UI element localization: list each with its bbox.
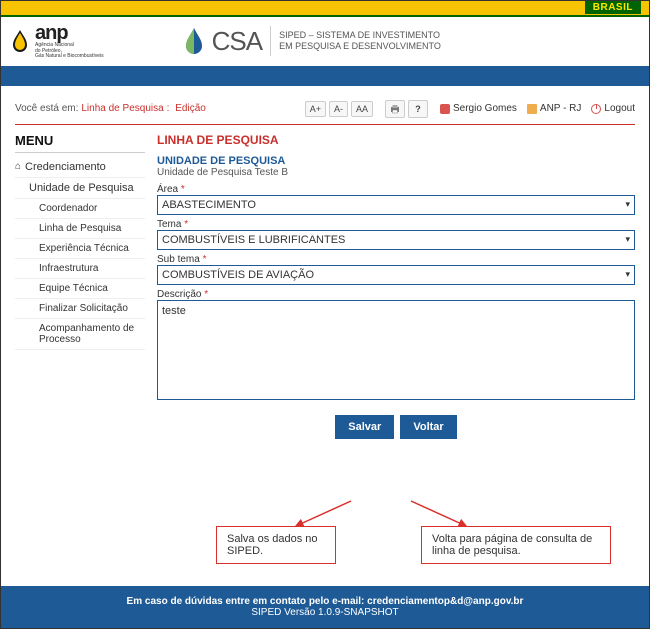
- footer: Em caso de dúvidas entre em contato pelo…: [1, 586, 649, 628]
- menu-equipe[interactable]: Equipe Técnica: [15, 279, 145, 299]
- section-subtitle: Unidade de Pesquisa Teste B: [157, 167, 635, 178]
- user-icon: [440, 104, 450, 114]
- csa-logo: CSA SIPED – SISTEMA DE INVESTIMENTO EM P…: [184, 26, 441, 57]
- menu-coordenador[interactable]: Coordenador: [15, 199, 145, 219]
- footer-text: Em caso de dúvidas entre em contato pelo…: [127, 596, 368, 607]
- back-button[interactable]: Voltar: [400, 415, 456, 439]
- user-badge[interactable]: Sergio Gomes: [440, 103, 517, 114]
- csa-line1: SIPED – SISTEMA DE INVESTIMENTO: [279, 30, 441, 41]
- blue-nav-bar: [1, 66, 649, 86]
- breadcrumb-link-1[interactable]: Linha de Pesquisa: [81, 103, 163, 114]
- font-decrease-button[interactable]: A-: [329, 101, 348, 117]
- menu-unidade[interactable]: Unidade de Pesquisa: [15, 178, 145, 199]
- chevron-down-icon: ▾: [625, 234, 630, 245]
- anp-drop-icon: [11, 29, 29, 53]
- breadcrumb-link-2[interactable]: Edição: [175, 103, 206, 114]
- page-title: LINHA DE PESQUISA: [157, 133, 635, 147]
- breadcrumb-row: Você está em: Linha de Pesquisa : Edição…: [15, 100, 635, 118]
- csa-line2: EM PESQUISA E DESENVOLVIMENTO: [279, 41, 441, 52]
- csa-drop-icon: [184, 27, 204, 55]
- footer-email: credenciamentop&d@anp.gov.br: [367, 596, 523, 607]
- menu-credenciamento[interactable]: ⌂Credenciamento: [15, 157, 145, 178]
- annotation-back: Volta para página de consulta de linha d…: [421, 526, 611, 564]
- area-label: Área *: [157, 184, 635, 195]
- anp-name: anp: [35, 22, 68, 44]
- chevron-down-icon: ▾: [625, 199, 630, 210]
- footer-version: SIPED Versão 1.0.9-SNAPSHOT: [1, 607, 649, 618]
- save-button[interactable]: Salvar: [335, 415, 394, 439]
- breadcrumb-label: Você está em:: [15, 103, 78, 114]
- menu-infraestrutura[interactable]: Infraestrutura: [15, 259, 145, 279]
- font-increase-button[interactable]: A+: [305, 101, 326, 117]
- anp-sub3: Gás Natural e Biocombustíveis: [35, 54, 104, 60]
- header: anp Agência Nacional do Petróleo, Gás Na…: [1, 17, 649, 66]
- section-title: UNIDADE DE PESQUISA: [157, 155, 635, 167]
- top-toolbar: A+ A- AA ? Sergio Gomes ANP - RJ Logout: [305, 100, 635, 118]
- form-area: LINHA DE PESQUISA UNIDADE DE PESQUISA Un…: [157, 133, 635, 439]
- brasil-top-bar: BRASIL: [1, 1, 649, 17]
- side-menu: MENU ⌂Credenciamento Unidade de Pesquisa…: [15, 133, 145, 439]
- help-icon[interactable]: ?: [408, 100, 428, 118]
- descricao-label: Descrição *: [157, 289, 635, 300]
- csa-divider: [270, 26, 271, 56]
- anp-logo: anp Agência Nacional do Petróleo, Gás Na…: [11, 23, 104, 60]
- separator-line: [15, 124, 635, 125]
- menu-experiencia[interactable]: Experiência Técnica: [15, 239, 145, 259]
- subtema-select[interactable]: COMBUSTÍVEIS DE AVIAÇÃO▾: [157, 265, 635, 285]
- font-reset-button[interactable]: AA: [351, 101, 373, 117]
- csa-name: CSA: [212, 26, 262, 57]
- subtema-label: Sub tema *: [157, 254, 635, 265]
- org-icon: [527, 104, 537, 114]
- tema-label: Tema *: [157, 219, 635, 230]
- menu-title: MENU: [15, 133, 145, 153]
- annotation-save: Salva os dados no SIPED.: [216, 526, 336, 564]
- home-icon: ⌂: [15, 161, 21, 172]
- menu-finalizar[interactable]: Finalizar Solicitação: [15, 299, 145, 319]
- org-badge[interactable]: ANP - RJ: [527, 103, 582, 114]
- logout-button[interactable]: Logout: [591, 103, 635, 114]
- print-icon[interactable]: [385, 100, 405, 118]
- menu-acompanhamento[interactable]: Acompanhamento de Processo: [15, 319, 145, 350]
- brasil-label[interactable]: BRASIL: [585, 1, 641, 14]
- descricao-textarea[interactable]: [157, 300, 635, 400]
- area-select[interactable]: ABASTECIMENTO▾: [157, 195, 635, 215]
- chevron-down-icon: ▾: [625, 269, 630, 280]
- tema-select[interactable]: COMBUSTÍVEIS E LUBRIFICANTES▾: [157, 230, 635, 250]
- menu-linha-pesquisa[interactable]: Linha de Pesquisa: [15, 219, 145, 239]
- logout-icon: [591, 104, 601, 114]
